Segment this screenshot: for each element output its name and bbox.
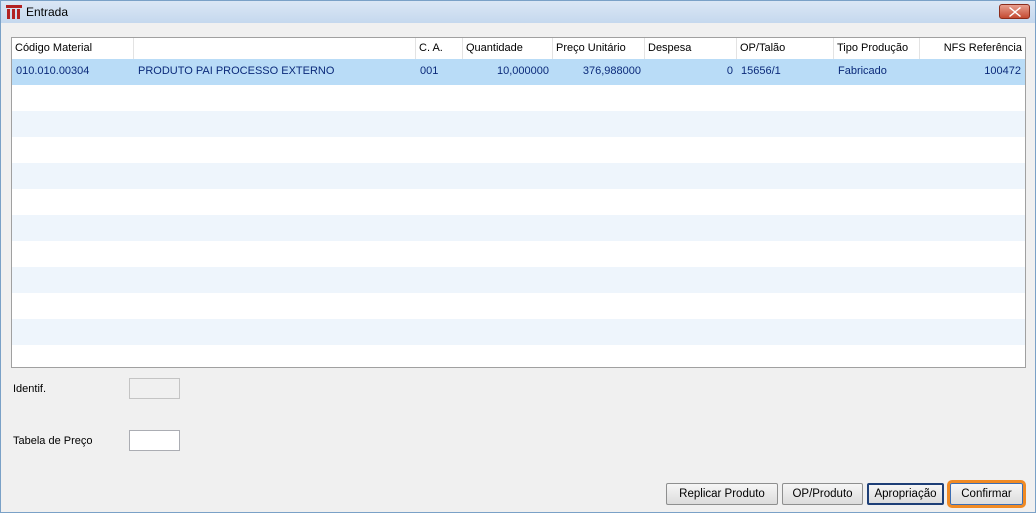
op-produto-button[interactable]: OP/Produto (782, 483, 863, 505)
confirmar-button[interactable]: Confirmar (947, 480, 1026, 508)
close-button[interactable] (999, 4, 1030, 19)
col-despesa[interactable]: Despesa (645, 38, 737, 59)
col-op-talao[interactable]: OP/Talão (737, 38, 834, 59)
identif-label: Identif. (13, 383, 47, 395)
empty-row[interactable] (12, 189, 1025, 215)
entrada-window: Entrada Código Material C. A. Quantidade… (0, 0, 1036, 513)
col-quantidade[interactable]: Quantidade (463, 38, 553, 59)
apropriacao-button[interactable]: Apropriação (867, 483, 944, 505)
empty-row[interactable] (12, 293, 1025, 319)
cell-descricao: PRODUTO PAI PROCESSO EXTERNO (138, 65, 335, 77)
identif-field (129, 378, 180, 399)
empty-row[interactable] (12, 163, 1025, 189)
col-descricao[interactable] (134, 38, 416, 59)
tabela-preco-field[interactable] (129, 430, 180, 451)
tabela-preco-label: Tabela de Preço (13, 435, 93, 447)
table-row[interactable]: 010.010.00304 PRODUTO PAI PROCESSO EXTER… (12, 59, 1025, 85)
title-bar: Entrada (1, 1, 1035, 23)
col-ca[interactable]: C. A. (416, 38, 463, 59)
cell-codigo-material: 010.010.00304 (16, 65, 90, 77)
cell-despesa: 0 (726, 65, 733, 77)
cell-nfs-referencia: 100472 (984, 65, 1021, 77)
col-nfs-referencia[interactable]: NFS Referência (920, 38, 1025, 59)
close-icon (1009, 7, 1021, 17)
empty-row[interactable] (12, 241, 1025, 267)
col-tipo-producao[interactable]: Tipo Produção (834, 38, 920, 59)
app-logo-icon (6, 4, 22, 20)
empty-row[interactable] (12, 319, 1025, 345)
empty-row[interactable] (12, 215, 1025, 241)
empty-row[interactable] (12, 111, 1025, 137)
window-title: Entrada (26, 5, 69, 19)
cell-quantidade: 10,000000 (497, 65, 549, 77)
grid-header: Código Material C. A. Quantidade Preço U… (12, 38, 1025, 59)
cell-tipo-producao: Fabricado (838, 65, 887, 77)
empty-row[interactable] (12, 85, 1025, 111)
items-grid[interactable]: Código Material C. A. Quantidade Preço U… (11, 37, 1026, 368)
col-preco-unitario[interactable]: Preço Unitário (553, 38, 645, 59)
empty-row[interactable] (12, 137, 1025, 163)
col-codigo-material[interactable]: Código Material (12, 38, 134, 59)
cell-op-talao: 15656/1 (741, 65, 781, 77)
cell-ca: 001 (420, 65, 439, 77)
replicar-produto-button[interactable]: Replicar Produto (666, 483, 778, 505)
empty-row[interactable] (12, 267, 1025, 293)
cell-preco-unitario: 376,988000 (582, 65, 641, 77)
